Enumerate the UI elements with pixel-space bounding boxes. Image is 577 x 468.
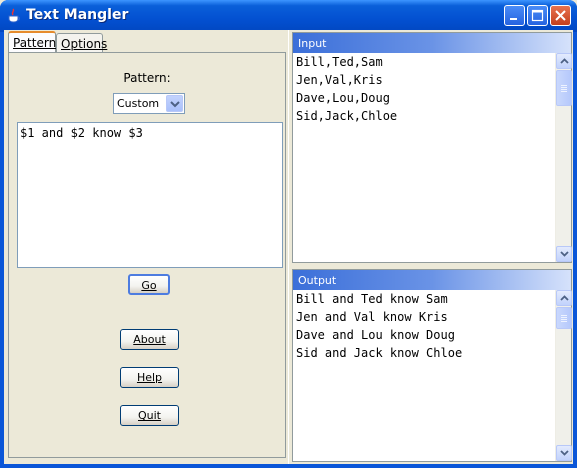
input-panel: Input Bill,Ted,Sam Jen,Val,Kris Dave,Lou… — [292, 32, 572, 263]
tab-pattern-label: Pattern — [13, 36, 57, 50]
client-area: Pattern Options Pattern: Custom $1 and $… — [4, 30, 573, 464]
output-scrollbar[interactable] — [555, 290, 572, 461]
input-line: Jen,Val,Kris — [296, 73, 383, 87]
tab-options[interactable]: Options — [56, 33, 107, 52]
output-panel: Output Bill and Ted know Sam Jen and Val… — [292, 269, 572, 462]
tab-pattern[interactable]: Pattern — [8, 31, 56, 53]
about-button[interactable]: About — [120, 329, 179, 350]
close-button[interactable] — [550, 5, 571, 26]
input-scrollbar[interactable] — [555, 53, 572, 262]
input-scroll-up-button[interactable] — [556, 53, 572, 69]
chevron-up-icon — [560, 295, 569, 301]
pattern-select[interactable]: Custom — [113, 93, 185, 114]
app-window: Text Mangler Pattern Options Pattern: Cu… — [0, 0, 577, 468]
tab-options-label: Options — [61, 37, 108, 51]
output-scroll-thumb[interactable] — [556, 307, 572, 329]
about-button-label: About — [133, 333, 166, 346]
chevron-down-icon — [170, 101, 180, 108]
output-line: Dave and Lou know Doug — [296, 328, 455, 342]
minimize-button[interactable] — [504, 5, 525, 26]
quit-button[interactable]: Quit — [120, 405, 179, 426]
right-panel: Input Bill,Ted,Sam Jen,Val,Kris Dave,Lou… — [290, 30, 573, 464]
pattern-tab-pane: Pattern: Custom $1 and $2 know $3 Go Abo… — [8, 52, 286, 458]
output-line: Jen and Val know Kris — [296, 310, 448, 324]
go-button[interactable]: Go — [128, 274, 170, 295]
output-scroll-up-button[interactable] — [556, 290, 572, 306]
pattern-select-dropdown-button[interactable] — [166, 95, 183, 112]
minimize-icon — [510, 18, 517, 20]
help-button-label: Help — [136, 371, 163, 384]
input-scroll-down-button[interactable] — [556, 246, 572, 262]
pattern-textarea[interactable]: $1 and $2 know $3 — [17, 122, 283, 268]
chevron-down-icon — [560, 450, 569, 456]
quit-button-label: Quit — [138, 409, 161, 422]
output-textarea[interactable]: Bill and Ted know Sam Jen and Val know K… — [293, 290, 555, 461]
window-title: Text Mangler — [26, 7, 129, 23]
output-scroll-down-button[interactable] — [556, 445, 572, 461]
input-line: Sid,Jack,Chloe — [296, 109, 398, 123]
output-line: Bill and Ted know Sam — [296, 292, 448, 306]
input-line: Dave,Lou,Doug — [296, 91, 390, 105]
go-button-label: Go — [141, 279, 157, 292]
input-panel-header: Input — [293, 33, 571, 53]
output-panel-header: Output — [293, 270, 571, 290]
left-panel: Pattern Options Pattern: Custom $1 and $… — [4, 30, 289, 464]
input-scroll-thumb[interactable] — [556, 70, 572, 106]
pattern-select-value: Custom — [117, 97, 160, 110]
title-bar[interactable]: Text Mangler — [0, 0, 577, 32]
input-textarea[interactable]: Bill,Ted,Sam Jen,Val,Kris Dave,Lou,Doug … — [293, 53, 555, 262]
chevron-up-icon — [560, 58, 569, 64]
chevron-down-icon — [560, 251, 569, 257]
java-cup-icon — [8, 8, 20, 23]
input-line: Bill,Ted,Sam — [296, 55, 383, 69]
pattern-label: Pattern: — [123, 71, 171, 85]
close-icon — [555, 10, 566, 21]
maximize-icon — [531, 9, 544, 22]
output-line: Sid and Jack know Chloe — [296, 346, 463, 360]
maximize-button[interactable] — [527, 5, 548, 26]
help-button[interactable]: Help — [120, 367, 179, 388]
